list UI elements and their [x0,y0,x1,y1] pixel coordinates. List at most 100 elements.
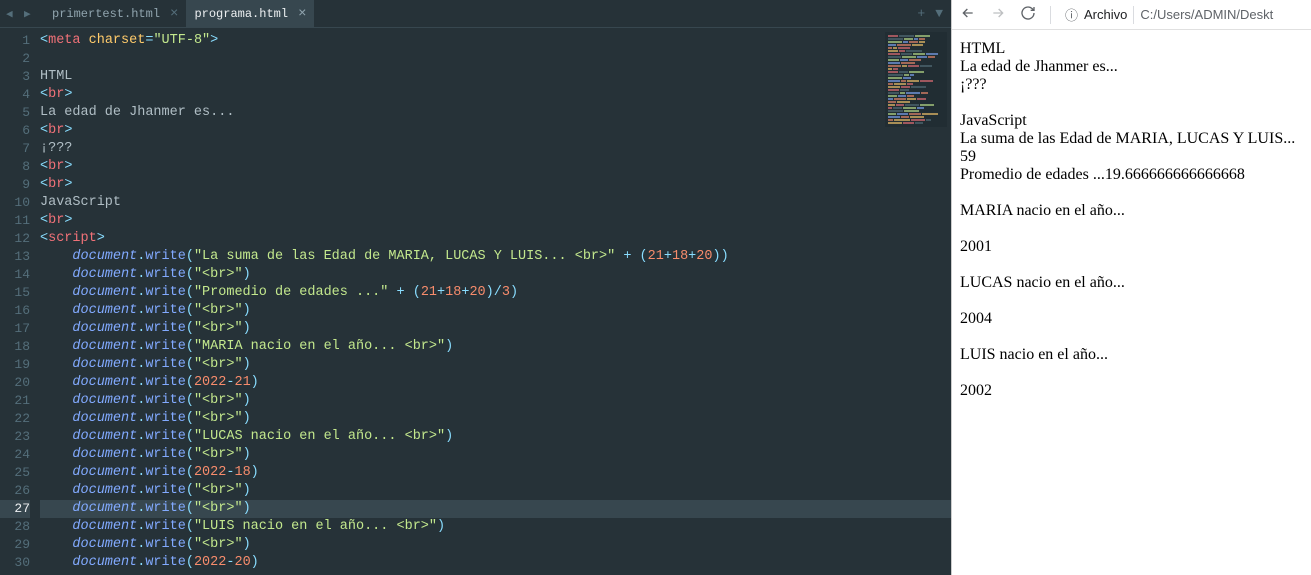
editor-pane: ◀ ▶ primertest.html × programa.html × + ▼ 1… [0,0,951,575]
code-line[interactable]: document.write("<br>") [40,500,951,518]
code-line[interactable]: <script> [40,230,951,248]
code-line[interactable]: document.write("LUIS nacio en el año... … [40,518,951,536]
code-line[interactable]: <br> [40,158,951,176]
code-line[interactable]: document.write("<br>") [40,356,951,374]
code-line[interactable]: document.write(2022-20) [40,554,951,572]
tab[interactable]: primertest.html × [44,0,186,28]
rendered-line [960,328,1303,346]
code-line[interactable]: HTML [40,68,951,86]
line-number: 18 [0,338,30,356]
tab-bar: ◀ ▶ primertest.html × programa.html × + ▼ [0,0,951,28]
code-line[interactable]: document.write("<br>") [40,302,951,320]
line-number: 16 [0,302,30,320]
code-line[interactable]: <br> [40,176,951,194]
rendered-line: JavaScript [960,112,1303,130]
code-line[interactable]: document.write("<br>") [40,392,951,410]
line-number: 14 [0,266,30,284]
address-bar[interactable]: ⓘ Archivo C:/Users/ADMIN/Deskt [1065,5,1303,24]
code-line[interactable]: document.write(2022-18) [40,464,951,482]
line-number: 23 [0,428,30,446]
code-line[interactable]: document.write(2022-21) [40,374,951,392]
close-icon[interactable]: × [170,6,178,22]
add-tab-icon[interactable]: + [917,6,925,21]
rendered-line: LUIS nacio en el año... [960,346,1303,364]
line-number: 27 [0,500,30,518]
code-line[interactable]: <br> [40,212,951,230]
rendered-line [960,220,1303,238]
url-divider [1133,6,1134,24]
code-line[interactable]: document.write("<br>") [40,410,951,428]
line-number: 24 [0,446,30,464]
line-number: 1 [0,32,30,50]
code-line[interactable]: ¡??? [40,140,951,158]
rendered-line: 2001 [960,238,1303,256]
rendered-line: MARIA nacio en el año... [960,202,1303,220]
code-line[interactable]: <meta charset="UTF-8"> [40,32,951,50]
reload-icon[interactable] [1020,5,1036,24]
url-label: Archivo [1084,7,1127,22]
rendered-line [960,256,1303,274]
rendered-line: Promedio de edades ...19.666666666666668 [960,166,1303,184]
line-number: 19 [0,356,30,374]
code-area[interactable]: 1234567891011121314151617181920212223242… [0,28,951,575]
code-line[interactable]: La edad de Jhanmer es... [40,104,951,122]
code-line[interactable]: <br> [40,122,951,140]
rendered-line: 2004 [960,310,1303,328]
code-line[interactable]: document.write("<br>") [40,266,951,284]
line-number: 13 [0,248,30,266]
tab[interactable]: programa.html × [186,0,314,28]
tab-label: programa.html [194,7,288,21]
line-number: 21 [0,392,30,410]
line-number: 10 [0,194,30,212]
code-lines[interactable]: <meta charset="UTF-8"> HTML<br>La edad d… [40,28,951,575]
browser-toolbar: ⓘ Archivo C:/Users/ADMIN/Deskt [952,0,1311,30]
tab-bar-actions: + ▼ [917,6,951,21]
forward-icon[interactable] [990,5,1006,24]
rendered-line [960,364,1303,382]
tab-label: primertest.html [52,7,160,21]
code-line[interactable]: document.write("<br>") [40,446,951,464]
back-icon[interactable] [960,5,976,24]
rendered-line: 2002 [960,382,1303,400]
code-line[interactable]: document.write("<br>") [40,320,951,338]
line-number: 26 [0,482,30,500]
rendered-line: La suma de las Edad de MARIA, LUCAS Y LU… [960,130,1303,148]
line-number: 30 [0,554,30,572]
line-number: 28 [0,518,30,536]
code-line[interactable]: document.write("<br>") [40,536,951,554]
code-line[interactable]: document.write("MARIA nacio en el año...… [40,338,951,356]
code-line[interactable] [40,50,951,68]
code-line[interactable]: document.write("Promedio de edades ..." … [40,284,951,302]
code-line[interactable]: document.write("La suma de las Edad de M… [40,248,951,266]
line-number: 7 [0,140,30,158]
rendered-line: ¡??? [960,76,1303,94]
line-number: 20 [0,374,30,392]
url-path: C:/Users/ADMIN/Deskt [1140,7,1273,22]
line-number: 11 [0,212,30,230]
code-line[interactable]: document.write("<br>") [40,482,951,500]
rendered-line: HTML [960,40,1303,58]
info-icon[interactable]: ⓘ [1065,5,1078,24]
tab-menu-icon[interactable]: ▼ [935,6,943,21]
line-number: 9 [0,176,30,194]
line-number: 17 [0,320,30,338]
rendered-line [960,94,1303,112]
code-line[interactable]: <br> [40,86,951,104]
tab-next-icon[interactable]: ▶ [24,7,38,21]
line-number: 6 [0,122,30,140]
line-number: 4 [0,86,30,104]
rendered-line: LUCAS nacio en el año... [960,274,1303,292]
tab-prev-icon[interactable]: ◀ [6,7,20,21]
rendered-line: La edad de Jhanmer es... [960,58,1303,76]
line-number: 3 [0,68,30,86]
line-number: 29 [0,536,30,554]
rendered-line [960,292,1303,310]
minimap[interactable] [885,32,947,127]
code-line[interactable]: JavaScript [40,194,951,212]
code-line[interactable]: document.write("LUCAS nacio en el año...… [40,428,951,446]
browser-pane: ⓘ Archivo C:/Users/ADMIN/Deskt HTMLLa ed… [951,0,1311,575]
close-icon[interactable]: × [298,6,306,22]
toolbar-divider [1050,6,1051,24]
rendered-line: 59 [960,148,1303,166]
line-number: 12 [0,230,30,248]
